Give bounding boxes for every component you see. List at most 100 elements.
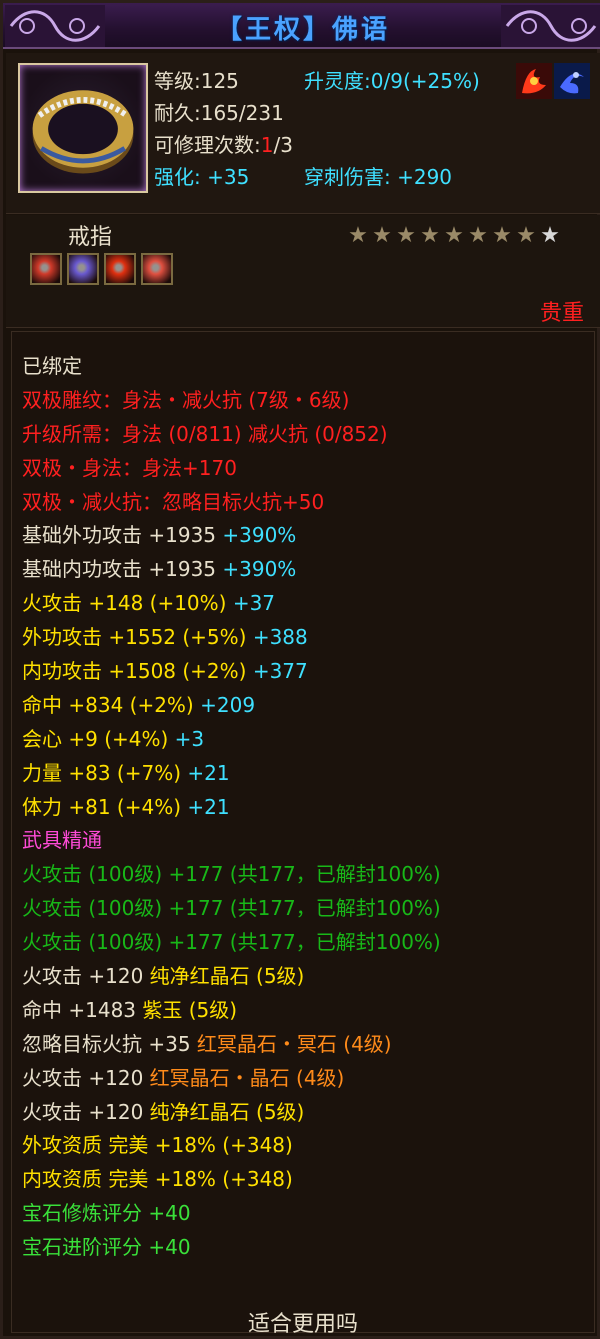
attribute-segment: 红冥晶石・晶石 (4级) [149,1065,345,1090]
attribute-segment: 内攻资质 完美 +18% (+348) [22,1167,293,1192]
star-icon: ★ [348,223,368,248]
gem-slot-fire-icon[interactable] [104,253,136,285]
attribute-line: 外功攻击 +1552 (+5%) +388 [22,621,441,655]
attribute-segment: 宝石修炼评分 +40 [22,1201,191,1226]
spirit-level: 升灵度:0/9(+25%) [304,65,480,97]
attribute-segment: +209 [200,692,256,717]
item-type: 戒指 [68,225,113,250]
attribute-segment: 纯净红晶石 (5级) [149,964,305,989]
attribute-segment: 外功攻击 +1552 (+5%) [22,625,253,650]
spirit-bonus: (+25%) [402,69,480,93]
attribute-line: 力量 +83 (+7%) +21 [22,757,441,791]
item-icon-frame[interactable] [18,63,148,193]
attribute-segment: 已绑定 [22,354,82,378]
attribute-segment: 升级所需：身法 (0/811) 减火抗 (0/852) [22,421,388,446]
attribute-line: 火攻击 +120 纯净红晶石 (5级) [22,1096,441,1130]
attribute-line: 火攻击 (100级) +177 (共177，已解封100%) [22,926,441,960]
attribute-segment: +21 [187,794,230,819]
attribute-segment: 双极・身法：身法+170 [22,455,237,480]
attribute-line: 命中 +1483 紫玉 (5级) [22,994,441,1028]
attribute-panel: 已绑定 双极雕纹：身法・减火抗 (7级・6级) 升级所需：身法 (0/811) 减火… [11,331,595,1337]
status-icons [516,63,592,101]
attribute-segment: 火攻击 (100级) +177 (共177，已解封100%) [22,930,441,955]
attribute-segment: 忽略目标火抗 +35 [22,1031,197,1056]
attribute-line: 火攻击 +148 (+10%) +37 [22,587,441,621]
ring-icon [32,90,134,174]
attribute-line: 内功攻击 +1508 (+2%) +377 [22,655,441,689]
pierce-damage-text: 穿刺伤害: +290 [304,165,453,189]
item-type-row: 戒指 ★ ★ ★ ★ ★ ★ ★ ★ ★ 贵重 [6,215,600,328]
repair-count: 可修理次数:1/3 [154,129,293,161]
item-header: 等级:125 升灵度:0/9(+25%) 耐久:165/231 可修理次数:1/… [6,53,600,214]
attribute-segment: 命中 +834 (+2%) [22,692,201,717]
attribute-segment: 火攻击 +120 [22,964,150,989]
attribute-line: 火攻击 +120 红冥晶石・晶石 (4级) [22,1062,441,1096]
attribute-segment: +3 [174,726,205,751]
attribute-segment: 火攻击 +148 (+10%) [22,591,233,616]
attribute-segment: 火攻击 (100级) +177 (共177，已解封100%) [22,896,441,921]
star-icon: ★ [492,223,512,248]
star-icon: ★ [468,223,488,248]
attribute-line: 内攻资质 完美 +18% (+348) [22,1163,441,1197]
repair-label: 可修理次数: [154,133,261,157]
star-icon: ★ [444,223,464,248]
enhance-text: 强化: +35 [154,165,250,189]
attribute-line: 宝石进阶评分 +40 [22,1231,441,1265]
gem-slots [30,253,178,287]
tooltip-window: 【王权】佛语 等级:125 升灵度:0/9(+25%) 耐久:165/231 可… [0,0,600,1339]
attribute-line: 基础内功攻击 +1935 +390% [22,553,441,587]
rarity-label: 贵重 [539,301,584,326]
title-bar: 【王权】佛语 [3,3,600,49]
attribute-line: 火攻击 +120 纯净红晶石 (5级) [22,960,441,994]
attribute-line: 会心 +9 (+4%) +3 [22,723,441,757]
attribute-segment: 纯净红晶石 (5级) [149,1099,305,1124]
attribute-segment: 基础内功攻击 +1935 [22,557,223,582]
attribute-line: 忽略目标火抗 +35 红冥晶石・冥石 (4级) [22,1028,441,1062]
gem-slot-red-gold-icon[interactable] [141,253,173,285]
attribute-segment: +390% [222,523,297,548]
attribute-line: 火攻击 (100级) +177 (共177，已解封100%) [22,858,441,892]
attribute-segment: +21 [187,760,230,785]
ornament-right-icon [501,5,600,47]
attribute-line: 武具精通 [22,824,441,858]
attribute-line: 双极・身法：身法+170 [22,452,441,486]
attribute-segment: +37 [232,591,276,616]
attribute-line: 外攻资质 完美 +18% (+348) [22,1129,441,1163]
attribute-line: 双极・减火抗：忽略目标火抗+50 [22,486,441,520]
blue-swirl-icon[interactable] [554,63,590,99]
repair-current: 1 [260,133,274,157]
attribute-segment: 火攻击 (100级) +177 (共177，已解封100%) [22,862,441,887]
attribute-line: 升级所需：身法 (0/811) 减火抗 (0/852) [22,418,441,452]
attribute-segment: 基础外功攻击 +1935 [22,523,223,548]
footer-text: 适合更用吗 [247,1312,358,1337]
attribute-segment: 会心 +9 (+4%) [22,726,175,751]
attribute-line: 已绑定 [22,350,441,384]
gem-slot-purple-icon[interactable] [67,253,99,285]
attribute-list: 已绑定 双极雕纹：身法・减火抗 (7级・6级) 升级所需：身法 (0/811) 减火… [22,350,441,1265]
spirit-label: 升灵度:0/9 [304,69,403,93]
attribute-segment: +377 [252,659,308,684]
gem-slot-red-icon[interactable] [30,253,62,285]
attribute-segment: 双极・减火抗：忽略目标火抗+50 [22,489,325,514]
repair-total: /3 [273,133,293,157]
level-text: 等级:125 [154,69,239,93]
star-icon: ★ [372,223,392,248]
fire-dragon-icon[interactable] [516,63,552,99]
attribute-segment: +388 [252,625,308,650]
attribute-segment: 外攻资质 完美 +18% (+348) [22,1133,293,1158]
attribute-segment: 内功攻击 +1508 (+2%) [22,659,253,684]
star-icon: ★ [516,223,536,248]
star-rating: ★ ★ ★ ★ ★ ★ ★ ★ ★ [346,223,562,248]
attribute-segment: 体力 +81 (+4%) [22,794,188,819]
attribute-segment: 紫玉 (5级) [142,997,238,1022]
attribute-segment: 火攻击 +120 [22,1099,150,1124]
attribute-line: 火攻击 (100级) +177 (共177，已解封100%) [22,892,441,926]
attribute-line: 命中 +834 (+2%) +209 [22,689,441,723]
attribute-line: 宝石修炼评分 +40 [22,1197,441,1231]
durability-text: 耐久:165/231 [154,101,284,125]
attribute-segment: +390% [222,557,297,582]
attribute-segment: 力量 +83 (+7%) [22,760,188,785]
star-icon: ★ [420,223,440,248]
attribute-segment: 火攻击 +120 [22,1065,150,1090]
attribute-segment: 命中 +1483 [22,997,143,1022]
